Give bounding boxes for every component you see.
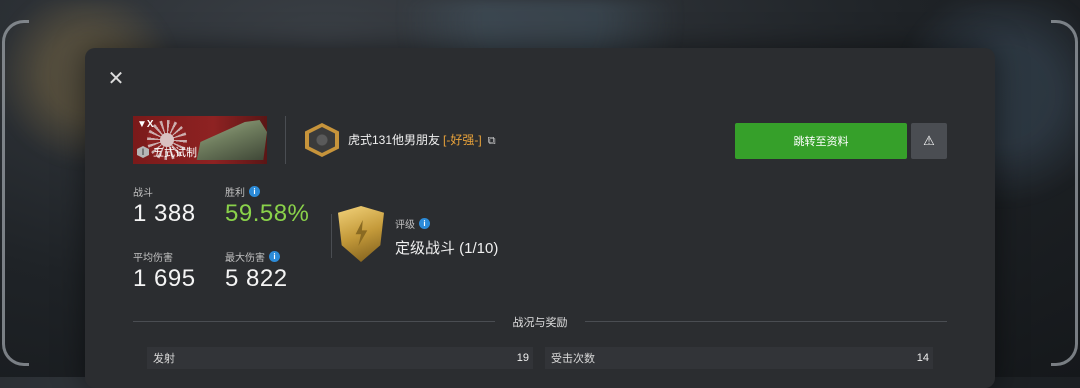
stat-avg-damage-value: 1 695 bbox=[133, 265, 196, 292]
stat-row-hits-received: 受击次数 14 bbox=[545, 347, 933, 369]
info-icon[interactable]: i bbox=[249, 186, 260, 197]
stat-max-damage-value: 5 822 bbox=[225, 265, 288, 292]
rank-shield-icon bbox=[338, 206, 384, 262]
stat-winrate-label: 胜利 bbox=[225, 188, 245, 199]
left-scroll-arc bbox=[2, 20, 29, 366]
warning-icon: ⚠ bbox=[923, 133, 935, 148]
rank-divider bbox=[331, 214, 332, 258]
info-icon[interactable]: i bbox=[419, 218, 430, 229]
player-stats-modal: ✕ ▼X I 五式试制 虎式131他男朋友 [-好强-] ⧉ 跳转至资料 ⚠ 战斗 … bbox=[85, 48, 995, 388]
close-icon[interactable]: ✕ bbox=[105, 68, 127, 90]
stat-max-damage: 最大伤害 i 5 822 bbox=[225, 249, 288, 293]
right-scroll-arc bbox=[1051, 20, 1078, 366]
stat-max-damage-label: 最大伤害 bbox=[225, 253, 265, 264]
report-button[interactable]: ⚠ bbox=[911, 123, 947, 159]
mastery-badge-icon: I bbox=[137, 146, 149, 158]
tank-name: 五式试制 bbox=[153, 147, 197, 159]
stat-battles: 战斗 1 388 bbox=[133, 184, 196, 228]
tank-tier: ▼X bbox=[137, 119, 154, 130]
section-title: 战况与奖励 bbox=[512, 317, 568, 329]
stat-avg-damage: 平均伤害 1 695 bbox=[133, 249, 196, 293]
stat-avg-damage-label: 平均伤害 bbox=[133, 253, 173, 264]
row-label: 发射 bbox=[153, 353, 175, 365]
tank-card[interactable]: ▼X I 五式试制 bbox=[133, 116, 267, 164]
goto-profile-button[interactable]: 跳转至资料 bbox=[735, 123, 907, 159]
stat-battles-value: 1 388 bbox=[133, 200, 196, 227]
info-icon[interactable]: i bbox=[269, 251, 280, 262]
row-value: 19 bbox=[516, 352, 529, 364]
tank-name-row: I 五式试制 bbox=[137, 144, 197, 160]
row-value: 14 bbox=[916, 352, 929, 364]
rank-label: 评级 bbox=[395, 220, 415, 231]
player-name: 虎式131他男朋友 bbox=[348, 133, 441, 147]
player-rank-badge-icon bbox=[305, 123, 339, 157]
tank-image bbox=[196, 120, 267, 160]
stat-winrate-value: 59.58% bbox=[225, 200, 310, 227]
rank-label-row: 评级 i bbox=[395, 216, 430, 231]
stat-battles-label: 战斗 bbox=[133, 188, 153, 199]
section-divider-left bbox=[133, 321, 495, 322]
row-label: 受击次数 bbox=[551, 353, 595, 365]
copy-icon[interactable]: ⧉ bbox=[488, 135, 496, 147]
header-divider bbox=[285, 116, 286, 164]
section-divider-right bbox=[585, 321, 947, 322]
player-info: 虎式131他男朋友 [-好强-] ⧉ bbox=[305, 123, 496, 157]
clan-tag[interactable]: [-好强-] bbox=[443, 133, 482, 147]
stat-winrate: 胜利 i 59.58% bbox=[225, 184, 309, 228]
stat-row-shots: 发射 19 bbox=[147, 347, 533, 369]
rank-value: 定级战斗 (1/10) bbox=[395, 240, 499, 257]
